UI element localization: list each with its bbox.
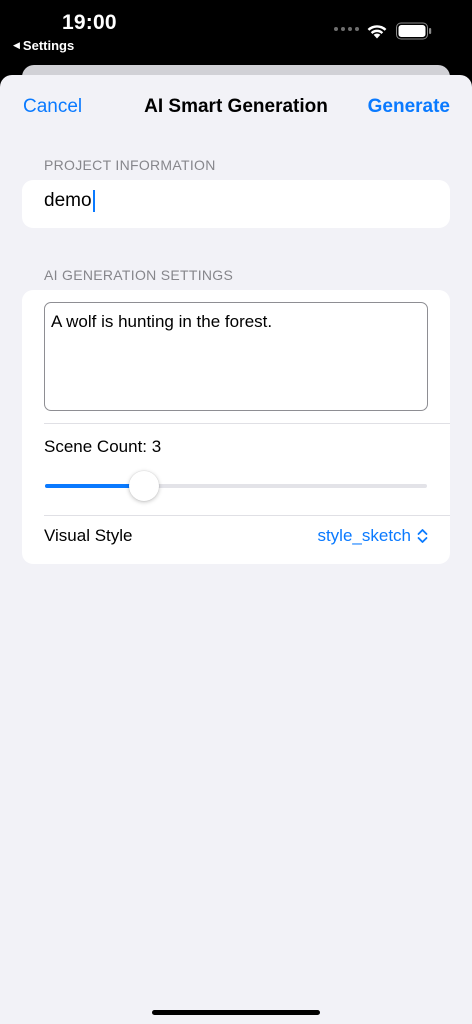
project-name-value: demo [44, 190, 92, 211]
project-info-card: demo [22, 180, 450, 228]
project-info-header: PROJECT INFORMATION [44, 157, 216, 173]
ai-settings-header: AI GENERATION SETTINGS [44, 267, 234, 283]
project-name-input[interactable]: demo [44, 190, 424, 212]
visual-style-picker[interactable]: style_sketch [317, 526, 428, 546]
prompt-value: A wolf is hunting in the forest. [51, 312, 273, 331]
visual-style-label: Visual Style [44, 526, 133, 545]
visual-style-value: style_sketch [317, 526, 411, 545]
battery-icon [396, 22, 432, 40]
ai-settings-card: A wolf is hunting in the forest. Scene C… [22, 290, 450, 564]
visual-style-row[interactable]: Visual Style style_sketch [22, 515, 450, 561]
wifi-icon [367, 25, 387, 39]
chevron-updown-icon [417, 529, 428, 543]
back-to-app-link[interactable]: ◀ Settings [13, 38, 74, 53]
status-bar: 19:00 ◀ Settings [0, 0, 472, 64]
scene-count-slider[interactable] [45, 471, 427, 501]
generate-button[interactable]: Generate [368, 96, 450, 118]
slider-thumb[interactable] [129, 471, 159, 501]
status-time: 19:00 [62, 11, 117, 34]
text-caret [92, 190, 95, 212]
prompt-textarea[interactable]: A wolf is hunting in the forest. [44, 302, 428, 411]
divider [44, 423, 450, 424]
navigation-bar: Cancel AI Smart Generation Generate [0, 75, 472, 139]
scene-count-label: Scene Count: 3 [44, 437, 162, 456]
home-indicator [152, 1010, 320, 1015]
cancel-button[interactable]: Cancel [23, 96, 82, 118]
cellular-signal-icon [334, 27, 359, 31]
back-app-label: Settings [22, 38, 75, 53]
back-triangle-icon: ◀ [13, 40, 20, 50]
generation-sheet: Cancel AI Smart Generation Generate PROJ… [0, 75, 472, 1024]
